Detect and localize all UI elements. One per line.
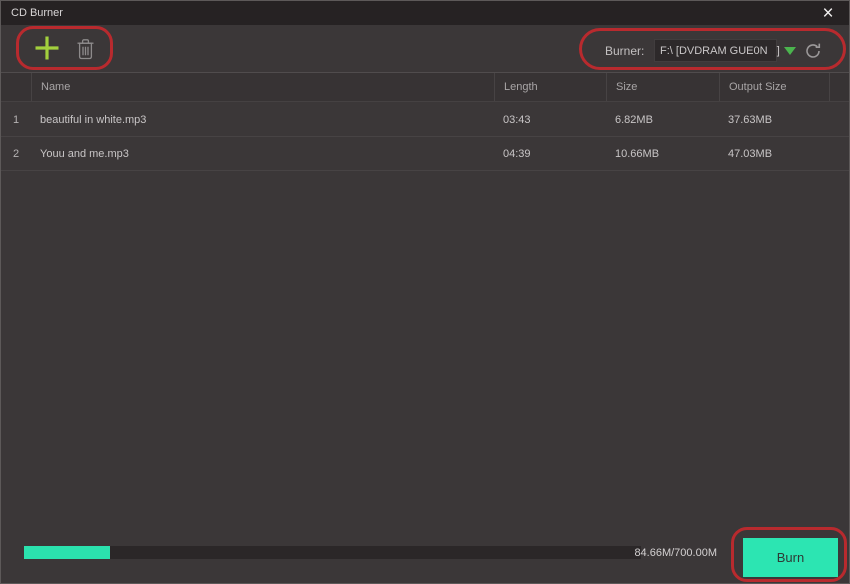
- track-size: 6.82MB: [615, 113, 653, 126]
- burner-device-select[interactable]: F:\ [DVDRAM GUE0N ]: [654, 39, 780, 62]
- column-header-spacer: [829, 73, 849, 101]
- add-files-button[interactable]: [32, 33, 62, 63]
- chevron-down-icon[interactable]: [784, 47, 796, 55]
- close-button[interactable]: ×: [813, 1, 843, 25]
- column-header-index: [1, 73, 31, 101]
- column-header-length: Length: [494, 73, 606, 101]
- capacity-label: 84.66M/700.00M: [634, 547, 717, 559]
- column-header-name: Name: [31, 73, 494, 101]
- disc-capacity-progressbar: [24, 546, 641, 559]
- window-title: CD Burner: [11, 7, 63, 19]
- track-output-size: 47.03MB: [728, 147, 773, 160]
- column-header-size: Size: [606, 73, 719, 101]
- burner-label: Burner:: [605, 44, 645, 58]
- trash-icon: [77, 39, 93, 60]
- refresh-icon: [806, 43, 821, 58]
- table-header: Name Length Size Output Size: [1, 72, 849, 102]
- track-name: beautiful in white.mp3: [40, 113, 147, 126]
- progress-fill: [24, 546, 111, 559]
- close-icon: ×: [822, 2, 834, 24]
- row-index: 1: [12, 113, 20, 126]
- table-row[interactable]: 1 beautiful in white.mp3 03:43 6.82MB 37…: [1, 103, 849, 137]
- delete-button[interactable]: [74, 37, 96, 61]
- track-name: Youu and me.mp3: [40, 147, 129, 160]
- track-output-size: 37.63MB: [728, 113, 773, 126]
- annotation-toolbar-circle: [16, 26, 113, 70]
- cd-burner-window: { "window": { "title": "CD Burner" }, "i…: [0, 0, 850, 584]
- refresh-button[interactable]: [802, 40, 824, 62]
- track-length: 04:39: [503, 147, 531, 160]
- track-list: 1 beautiful in white.mp3 03:43 6.82MB 37…: [1, 103, 849, 171]
- track-size: 10.66MB: [615, 147, 660, 160]
- title-bar: CD Burner: [1, 1, 849, 25]
- plus-icon: [35, 36, 59, 60]
- table-row[interactable]: 2 Youu and me.mp3 04:39 10.66MB 47.03MB: [1, 137, 849, 171]
- burner-device-value: F:\ [DVDRAM GUE0N ]: [660, 44, 780, 57]
- burn-button[interactable]: Burn: [743, 538, 838, 577]
- row-index: 2: [12, 147, 20, 160]
- track-length: 03:43: [503, 113, 531, 126]
- column-header-output-size: Output Size: [719, 73, 829, 101]
